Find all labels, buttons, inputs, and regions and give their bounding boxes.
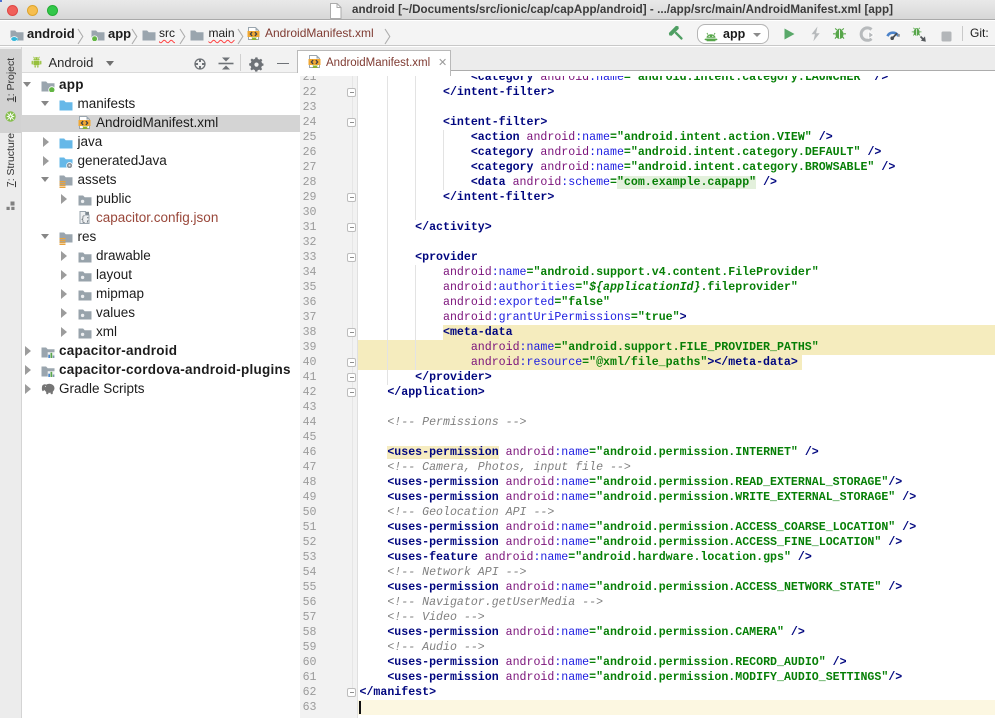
- svg-text:{;: {;: [80, 216, 90, 224]
